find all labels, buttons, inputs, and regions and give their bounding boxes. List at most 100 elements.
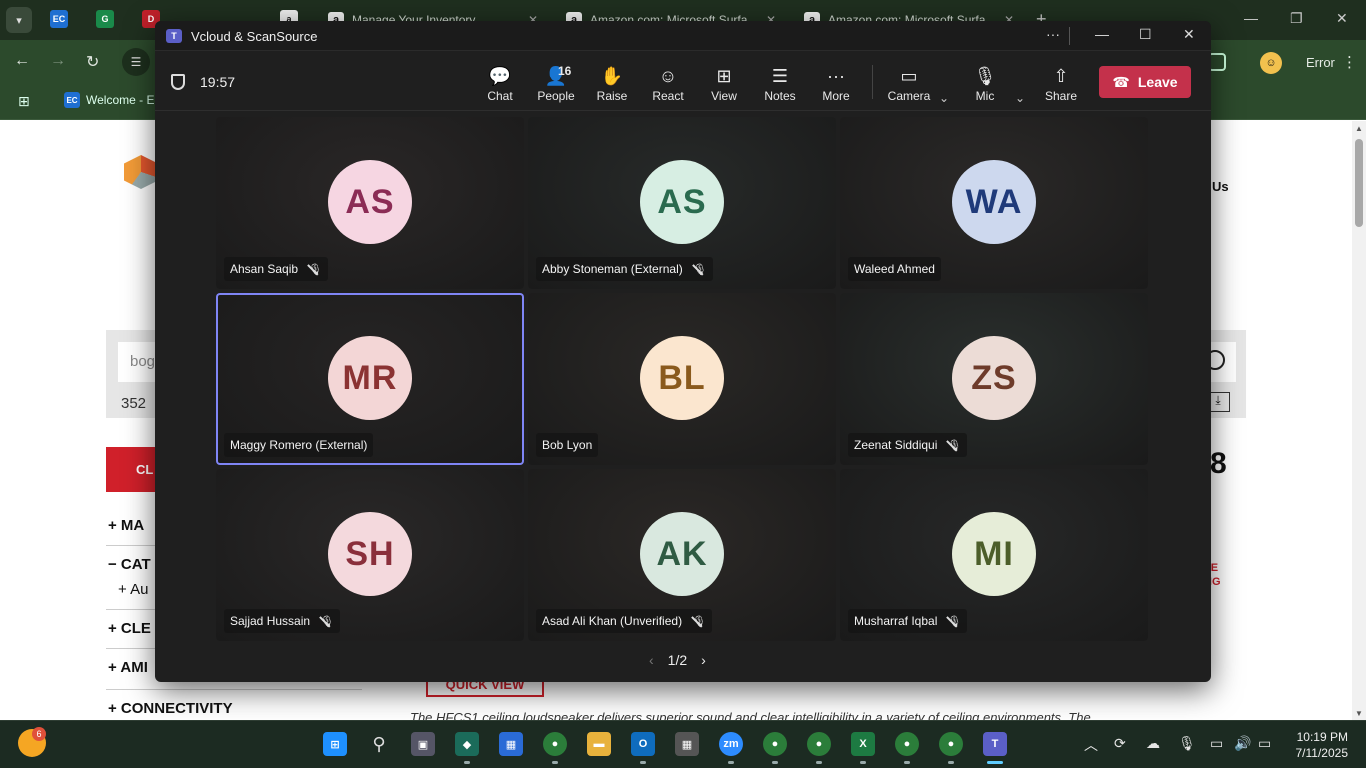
mic-muted-tray-icon[interactable]: 🎙 [1178, 735, 1196, 752]
chrome-profile-icon[interactable]: ● [807, 732, 831, 756]
maximize-icon[interactable]: ❐ [1290, 10, 1303, 27]
running-indicator [640, 761, 646, 764]
running-indicator [816, 761, 822, 764]
react-button[interactable]: ☺ React [640, 63, 696, 103]
camera-button[interactable]: ▭ Camera [881, 63, 937, 103]
chat-label: Chat [487, 89, 513, 103]
chrome-profile-icon[interactable]: ● [763, 732, 787, 756]
cloud-offline-icon[interactable]: ☁ [1146, 735, 1160, 752]
clear-filters-button[interactable]: CL [106, 447, 162, 492]
participant-tile[interactable]: AS Ahsan Saqib 🎙 [216, 117, 524, 289]
outlook-icon[interactable]: O [631, 732, 655, 756]
raise-hand-button[interactable]: ✋ Raise [584, 63, 640, 103]
participant-tile[interactable]: MR Maggy Romero (External) [216, 293, 524, 465]
scrollbar-thumb[interactable] [1355, 139, 1363, 227]
network-icon[interactable]: ▭ [1210, 735, 1223, 752]
people-button[interactable]: 👤 16 People [528, 63, 584, 103]
running-indicator [728, 761, 734, 764]
close-window-icon[interactable]: ✕ [1336, 10, 1348, 27]
maximize-icon[interactable]: ☐ [1139, 26, 1152, 43]
apps-grid-icon[interactable]: ⊞ [18, 93, 30, 110]
participant-tile[interactable]: AS Abby Stoneman (External) 🎙 [528, 117, 836, 289]
next-page-icon[interactable]: › [701, 652, 706, 668]
previous-page-icon[interactable]: ‹ [649, 652, 654, 668]
minimize-icon[interactable]: — [1244, 10, 1258, 26]
sidebar-category-cle[interactable]: + CLE [108, 620, 151, 637]
result-count: 352 [121, 395, 147, 412]
pinned-tab-g[interactable]: G [96, 10, 114, 28]
profile-avatar[interactable]: ☺ [1260, 52, 1282, 74]
mic-options-chevron-icon[interactable]: ⌄ [1015, 91, 1025, 105]
profile-error-status[interactable]: Error [1306, 55, 1335, 70]
back-arrow-icon[interactable]: ← [14, 52, 30, 70]
tab-search-chevron-icon[interactable]: ▾ [6, 7, 32, 33]
start-windows-icon[interactable]: ⊞ [323, 732, 347, 756]
page-scrollbar[interactable]: ▲ ▼ [1352, 121, 1366, 720]
running-indicator [904, 761, 910, 764]
app-diamond-icon[interactable]: ◆ [455, 732, 479, 756]
participant-tile[interactable]: ZS Zeenat Siddiqui 🎙 [840, 293, 1148, 465]
pinned-tab-ec[interactable]: EC [50, 10, 68, 28]
microsoft-store-icon[interactable]: ▦ [499, 732, 523, 756]
participant-tile[interactable]: AK Asad Ali Khan (Unverified) 🎙 [528, 469, 836, 641]
scroll-down-icon[interactable]: ▼ [1355, 709, 1363, 718]
teams-icon[interactable]: T [983, 732, 1007, 756]
participant-avatar: MI [952, 512, 1036, 596]
participant-tile[interactable]: WA Waleed Ahmed [840, 117, 1148, 289]
sync-icon[interactable]: ⟳ [1114, 735, 1126, 752]
site-logo[interactable] [124, 155, 158, 189]
sidebar-category-connectivity[interactable]: + CONNECTIVITY [108, 700, 233, 717]
sidebar-category-ami[interactable]: + AMI [108, 659, 148, 676]
more-button[interactable]: ··· More [808, 63, 864, 103]
scroll-up-icon[interactable]: ▲ [1355, 124, 1363, 133]
battery-icon[interactable]: ▭ [1258, 735, 1271, 752]
forward-arrow-icon[interactable]: → [50, 52, 66, 70]
chrome-icon[interactable]: ● [543, 732, 567, 756]
widget-badge: 6 [32, 727, 46, 741]
pinned-tab-label: EC [52, 14, 66, 24]
system-clock[interactable]: 10:19 PM 7/11/2025 [1284, 729, 1349, 761]
view-button[interactable]: ⊞ View [696, 63, 752, 103]
contact-us-link[interactable]: Us [1212, 179, 1229, 194]
camera-options-chevron-icon[interactable]: ⌄ [939, 91, 949, 105]
leave-button[interactable]: ☎ Leave [1099, 66, 1191, 98]
task-view-icon[interactable]: ▣ [411, 732, 435, 756]
volume-icon[interactable]: 🔊 [1234, 735, 1251, 752]
hang-up-phone-icon: ☎ [1112, 73, 1130, 90]
sidebar-subcategory[interactable]: + Au [118, 581, 148, 598]
chrome-profile-icon[interactable]: ● [939, 732, 963, 756]
excel-icon[interactable]: X [851, 732, 875, 756]
camera-off-icon: ▭ [900, 66, 918, 86]
share-button[interactable]: ⇧ Share [1033, 63, 1089, 103]
more-options-icon[interactable]: ··· [1046, 26, 1060, 42]
search-icon[interactable]: ⚲ [367, 732, 391, 756]
site-settings-icon[interactable]: ☰ [122, 48, 150, 76]
minimize-icon[interactable]: — [1095, 26, 1109, 42]
bookmark-item[interactable]: EC Welcome - EC [64, 92, 163, 108]
grid-view-icon: ⊞ [716, 66, 732, 86]
mic-off-icon: 🎙 [973, 66, 997, 86]
sidebar-category-category[interactable]: − CAT [108, 556, 151, 573]
reload-icon[interactable]: ↻ [86, 52, 99, 72]
raise-label: Raise [596, 89, 628, 103]
show-hidden-icons-chevron-icon[interactable]: ︿ [1084, 735, 1098, 755]
browser-menu-icon[interactable]: ⋮ [1342, 53, 1357, 71]
notes-button[interactable]: ☰ Notes [752, 63, 808, 103]
divider [106, 689, 362, 690]
participant-tile[interactable]: BL Bob Lyon [528, 293, 836, 465]
participant-name: Zeenat Siddiqui [854, 438, 938, 452]
chrome-profile-icon[interactable]: ● [895, 732, 919, 756]
participant-tile[interactable]: MI Musharraf Iqbal 🎙 [840, 469, 1148, 641]
close-window-icon[interactable]: ✕ [1183, 26, 1195, 43]
zoom-icon[interactable]: zm [719, 732, 743, 756]
file-explorer-icon[interactable]: ▬ [587, 732, 611, 756]
meeting-timer: 19:57 [200, 74, 236, 90]
react-label: React [652, 89, 684, 103]
mic-button[interactable]: 🎙 Mic [957, 63, 1013, 103]
mic-muted-icon: 🎙 [947, 615, 962, 628]
participant-avatar: ZS [952, 336, 1036, 420]
sidebar-category-manufacturer[interactable]: + MA [108, 517, 144, 534]
calculator-icon[interactable]: ▦ [675, 732, 699, 756]
participant-tile[interactable]: SH Sajjad Hussain 🎙 [216, 469, 524, 641]
chat-button[interactable]: 💬 Chat [472, 63, 528, 103]
